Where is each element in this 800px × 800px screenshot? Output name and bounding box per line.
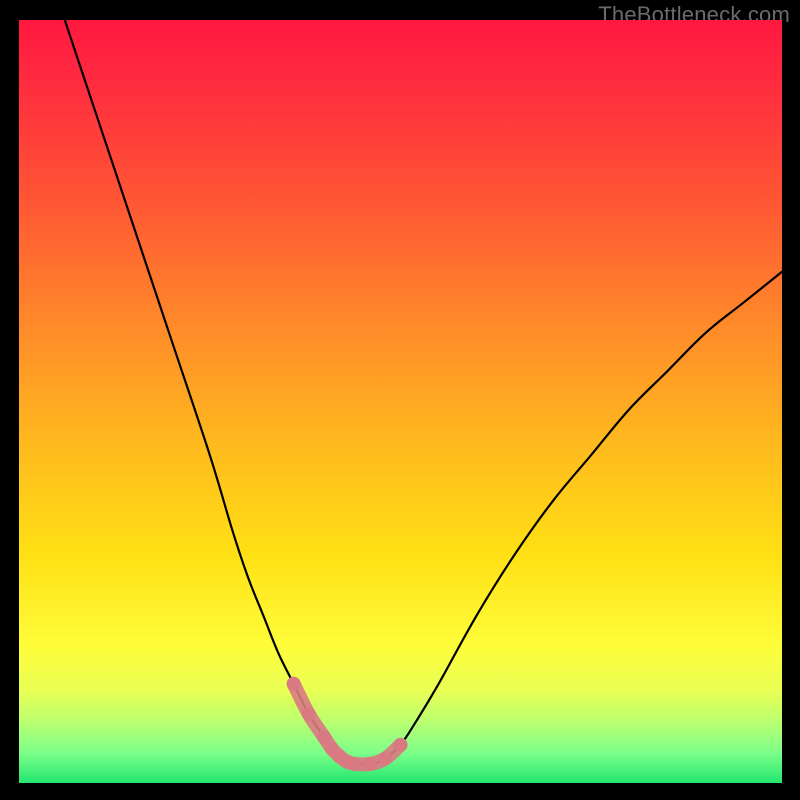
- pink-band-marker: [317, 730, 331, 744]
- chart-svg: [19, 20, 782, 783]
- series-layer: [65, 20, 782, 771]
- pink-band-marker: [348, 757, 362, 771]
- pink-band-marker: [302, 707, 316, 721]
- pink-band-marker: [394, 738, 408, 752]
- plot-area: [19, 20, 782, 783]
- pink-band-marker: [378, 752, 392, 766]
- pink-band-marker: [287, 677, 301, 691]
- series-black-curve: [65, 20, 782, 764]
- pink-band-marker: [363, 757, 377, 771]
- frame: TheBottleneck.com: [0, 0, 800, 800]
